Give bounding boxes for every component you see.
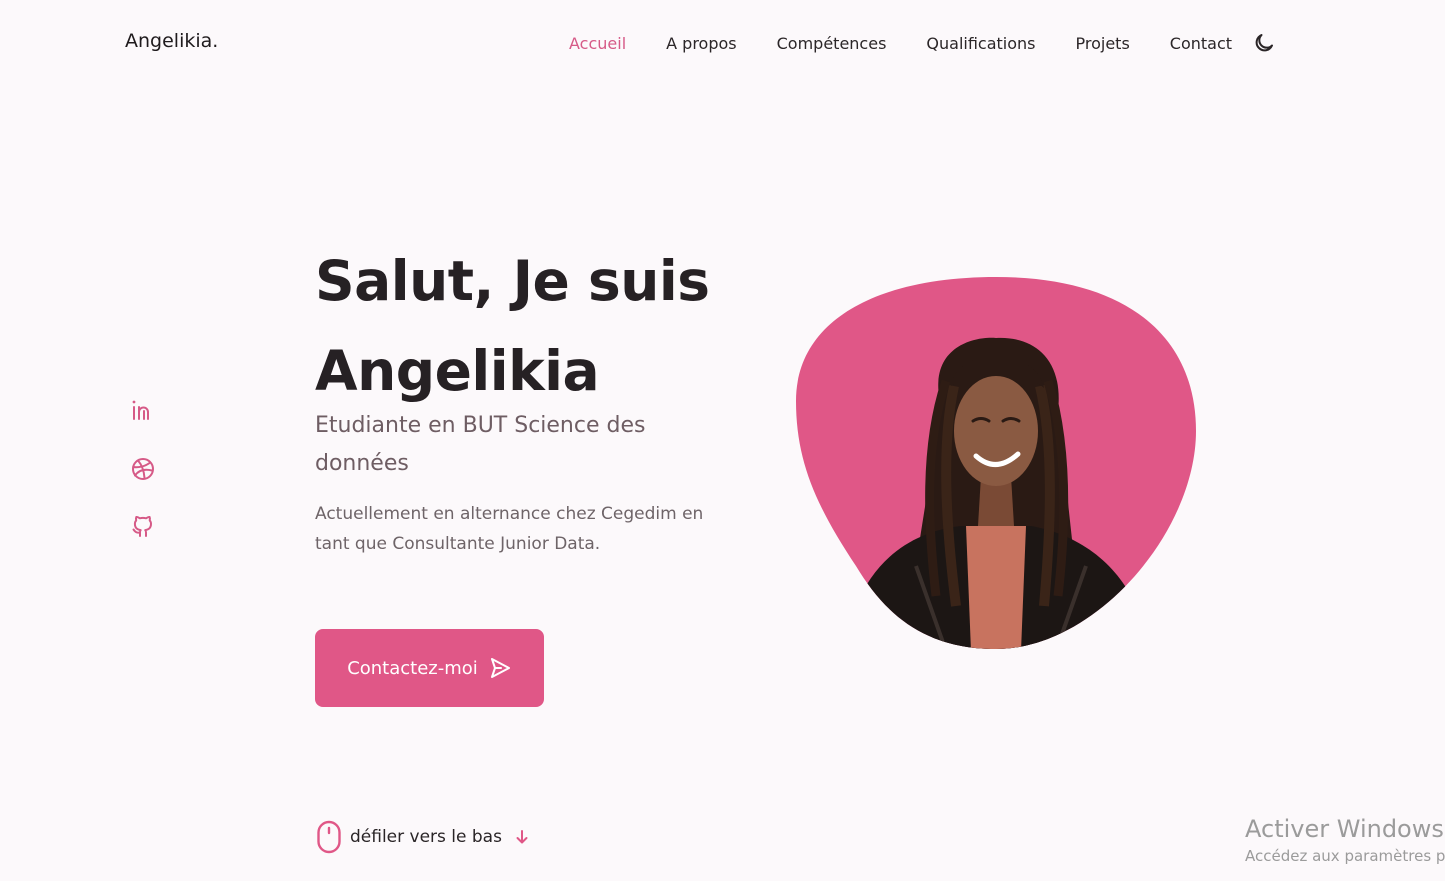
hero-title-line-2: Angelikia	[315, 339, 600, 403]
scroll-down-link[interactable]: défiler vers le bas	[316, 820, 530, 854]
linkedin-icon[interactable]	[130, 398, 156, 424]
hero-subtitle: Etudiante en BUT Science des données	[315, 413, 646, 476]
contact-button[interactable]: Contactez-moi	[315, 629, 544, 707]
hero-description: Actuellement en alternance chez Cegedim …	[315, 504, 704, 554]
nav-contact[interactable]: Contact	[1170, 34, 1232, 53]
windows-activation-watermark: Activer Windows Accédez aux paramètres p…	[1245, 814, 1445, 868]
nav-qualifications[interactable]: Qualifications	[926, 34, 1035, 53]
main-nav: Accueil A propos Compétences Qualificati…	[569, 30, 1276, 56]
contact-button-label: Contactez-moi	[347, 657, 478, 679]
nav-projets[interactable]: Projets	[1076, 34, 1130, 53]
github-icon[interactable]	[130, 514, 156, 540]
send-icon	[490, 658, 510, 678]
windows-activation-title: Activer Windows	[1245, 815, 1444, 843]
nav-competences[interactable]: Compétences	[777, 34, 887, 53]
hero-title-line-1: Salut, Je suis	[315, 249, 710, 313]
mouse-icon	[317, 820, 341, 854]
site-logo[interactable]: Angelikia.	[125, 30, 218, 52]
scroll-down-label: défiler vers le bas	[350, 827, 502, 847]
hero-title: Salut, Je suis Angelikia	[315, 236, 710, 416]
nav-a-propos[interactable]: A propos	[666, 34, 736, 53]
moon-icon[interactable]	[1252, 31, 1276, 55]
profile-image	[796, 277, 1196, 649]
nav-accueil[interactable]: Accueil	[569, 34, 626, 53]
dribbble-icon[interactable]	[130, 456, 156, 482]
arrow-down-icon	[516, 830, 528, 844]
windows-activation-subtitle: Accédez aux paramètres pour activer Wind…	[1245, 847, 1445, 865]
social-links	[130, 398, 156, 572]
